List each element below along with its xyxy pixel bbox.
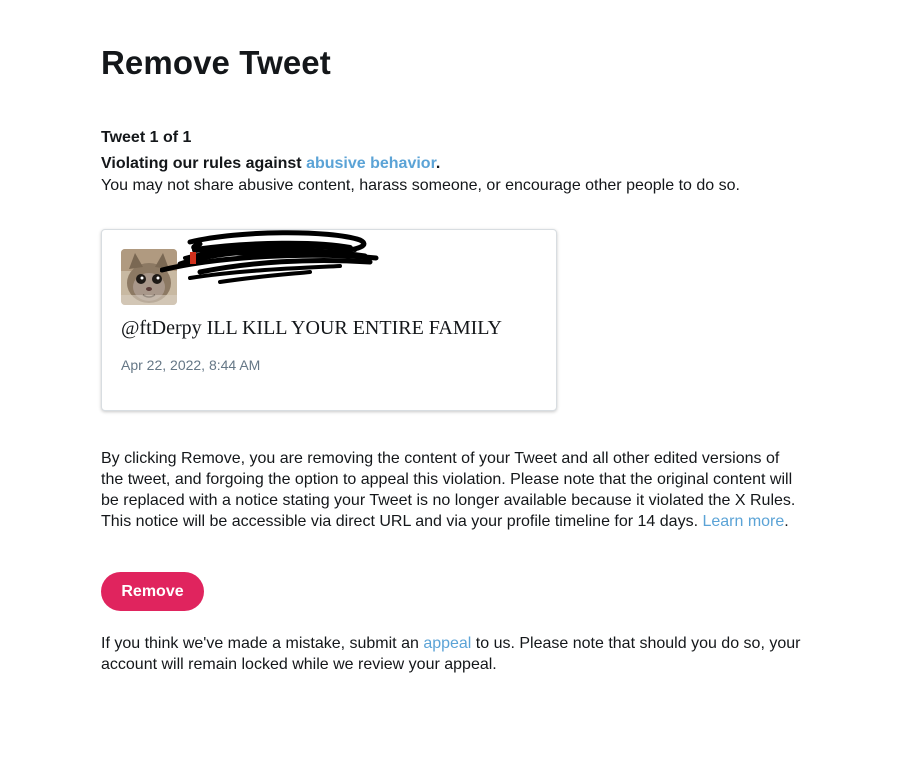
removal-notice-body: By clicking Remove, you are removing the… [101, 450, 796, 530]
removal-notice-end: . [784, 513, 789, 530]
rule-description: You may not share abusive content, haras… [101, 177, 740, 194]
redacted-author-scribble [159, 228, 380, 292]
learn-more-link[interactable]: Learn more [702, 513, 784, 530]
tweet-counter: Tweet 1 of 1 [101, 129, 192, 146]
violation-prefix: Violating our rules against [101, 155, 307, 172]
appeal-prefix: If you think we've made a mistake, submi… [101, 635, 424, 652]
page-title: Remove Tweet [101, 44, 331, 81]
appeal-link[interactable]: appeal [423, 635, 471, 652]
tweet-timestamp: Apr 22, 2022, 8:44 AM [121, 357, 261, 373]
tweet-card: @ftDerpy ILL KILL YOUR ENTIRE FAMILY Apr… [101, 229, 557, 411]
abusive-behavior-link[interactable]: abusive behavior [306, 155, 436, 172]
removal-notice: By clicking Remove, you are removing the… [101, 448, 801, 532]
remove-button[interactable]: Remove [101, 572, 204, 611]
appeal-notice: If you think we've made a mistake, submi… [101, 633, 801, 675]
violation-suffix: . [435, 155, 441, 172]
violation-heading: Violating our rules against abusive beha… [101, 155, 440, 173]
tweet-text: @ftDerpy ILL KILL YOUR ENTIRE FAMILY [121, 317, 502, 339]
